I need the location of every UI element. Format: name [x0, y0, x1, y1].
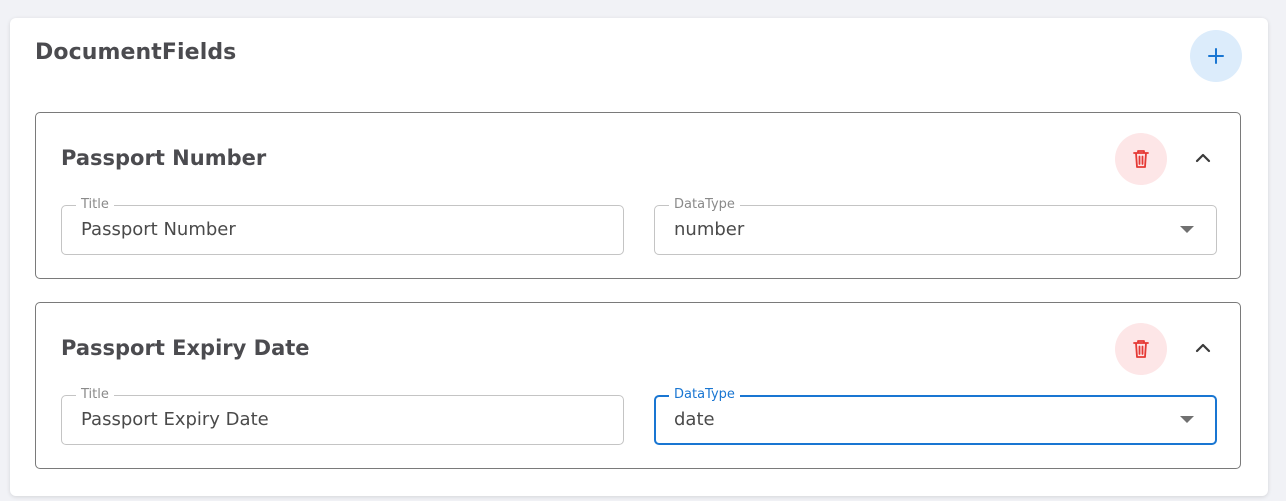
plus-icon	[1208, 48, 1224, 64]
collapse-button[interactable]	[1188, 143, 1218, 173]
card-title: Passport Expiry Date	[61, 336, 310, 360]
dropdown-arrow-icon[interactable]	[1180, 226, 1194, 233]
document-fields-panel: DocumentFields Passport Number Title Dat…	[10, 18, 1268, 496]
panel-title: DocumentFields	[35, 40, 237, 65]
title-input[interactable]	[81, 219, 601, 240]
title-field[interactable]: Title	[61, 387, 624, 445]
datatype-select[interactable]: DataType date	[654, 387, 1217, 445]
title-input[interactable]	[81, 409, 601, 430]
field-card: Passport Expiry Date Title DataType date	[35, 302, 1241, 469]
field-card: Passport Number Title DataType number	[35, 112, 1241, 279]
datatype-value: date	[674, 409, 715, 430]
datatype-select[interactable]: DataType number	[654, 197, 1217, 255]
datatype-label: DataType	[669, 197, 740, 213]
title-field[interactable]: Title	[61, 197, 624, 255]
delete-field-button[interactable]	[1115, 323, 1167, 375]
chevron-up-icon	[1195, 153, 1211, 163]
title-label: Title	[76, 197, 114, 213]
delete-field-button[interactable]	[1115, 133, 1167, 185]
trash-icon	[1133, 340, 1149, 358]
datatype-value: number	[674, 219, 745, 240]
datatype-label: DataType	[669, 387, 740, 403]
chevron-up-icon	[1195, 343, 1211, 353]
title-label: Title	[76, 387, 114, 403]
add-field-button[interactable]	[1190, 30, 1242, 82]
trash-icon	[1133, 150, 1149, 168]
card-title: Passport Number	[61, 146, 267, 170]
dropdown-arrow-icon[interactable]	[1180, 416, 1194, 423]
collapse-button[interactable]	[1188, 333, 1218, 363]
